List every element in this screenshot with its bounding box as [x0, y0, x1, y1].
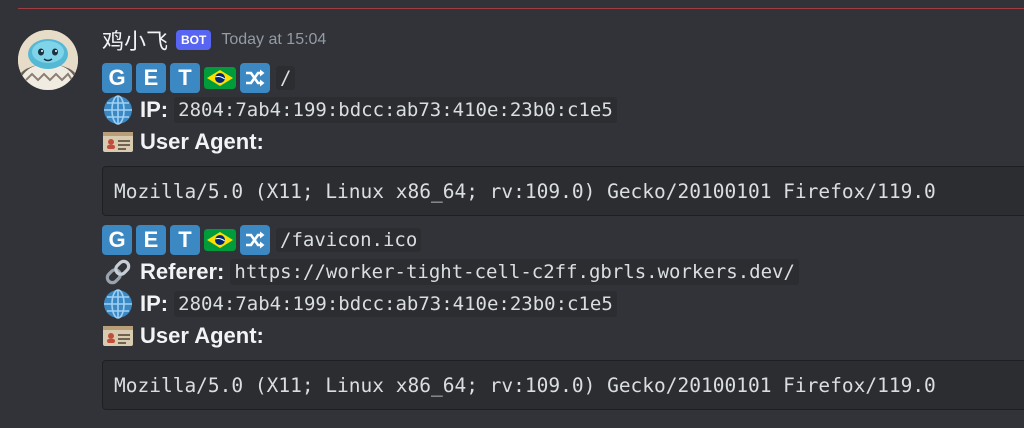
- globe-icon: [104, 95, 132, 125]
- link-icon: [105, 259, 131, 285]
- bot-badge: BOT: [176, 30, 212, 50]
- ip-label: IP:: [140, 97, 169, 122]
- request-line: G E T /: [102, 62, 1024, 94]
- brazil-flag-icon: [204, 229, 236, 251]
- id-card-icon: [103, 132, 133, 152]
- user-agent-codeblock: Mozilla/5.0 (X11; Linux x86_64; rv:109.0…: [102, 166, 1024, 216]
- author-name[interactable]: 鸡小飞: [102, 24, 168, 56]
- letter-t-tile: T: [170, 63, 200, 93]
- ip-line: IP: 2804:7ab4:199:bdcc:ab73:410e:23b0:c1…: [102, 94, 1024, 126]
- ip-line: IP: 2804:7ab4:199:bdcc:ab73:410e:23b0:c1…: [102, 288, 1024, 320]
- letter-g-tile: G: [102, 63, 132, 93]
- user-agent-codeblock: Mozilla/5.0 (X11; Linux x86_64; rv:109.0…: [102, 360, 1024, 410]
- letter-e-tile: E: [136, 225, 166, 255]
- message-timestamp[interactable]: Today at 15:04: [221, 31, 326, 49]
- user-agent-label: User Agent:: [140, 323, 264, 348]
- referer-line: Referer: https://worker-tight-cell-c2ff.…: [102, 256, 1024, 288]
- request-line: G E T /favicon.ico: [102, 224, 1024, 256]
- letter-e-tile: E: [136, 63, 166, 93]
- user-agent-line: User Agent:: [102, 126, 1024, 158]
- user-agent-label: User Agent:: [140, 129, 264, 154]
- id-card-icon: [103, 326, 133, 346]
- message-header: 鸡小飞 BOT Today at 15:04: [102, 18, 1024, 62]
- referer-url: https://worker-tight-cell-c2ff.gbrls.wor…: [230, 259, 799, 285]
- shuffle-icon: [240, 225, 270, 255]
- shuffle-icon: [240, 63, 270, 93]
- letter-g-tile: G: [102, 225, 132, 255]
- avatar[interactable]: [18, 30, 78, 90]
- chat-message: 鸡小飞 BOT Today at 15:04 G E T / IP: 2804:…: [0, 18, 1024, 428]
- request-path: /favicon.ico: [276, 228, 422, 252]
- request-path: /: [276, 66, 296, 90]
- ip-label: IP:: [140, 291, 169, 316]
- brazil-flag-icon: [204, 67, 236, 89]
- letter-t-tile: T: [170, 225, 200, 255]
- message-content: 鸡小飞 BOT Today at 15:04 G E T / IP: 2804:…: [102, 18, 1024, 418]
- ip-address: 2804:7ab4:199:bdcc:ab73:410e:23b0:c1e5: [174, 97, 617, 123]
- cartoon-bird-avatar-icon: [18, 30, 78, 90]
- globe-icon: [104, 289, 132, 319]
- user-agent-line: User Agent:: [102, 320, 1024, 352]
- new-messages-divider: [18, 8, 1024, 9]
- referer-label: Referer:: [140, 259, 225, 284]
- ip-address: 2804:7ab4:199:bdcc:ab73:410e:23b0:c1e5: [174, 291, 617, 317]
